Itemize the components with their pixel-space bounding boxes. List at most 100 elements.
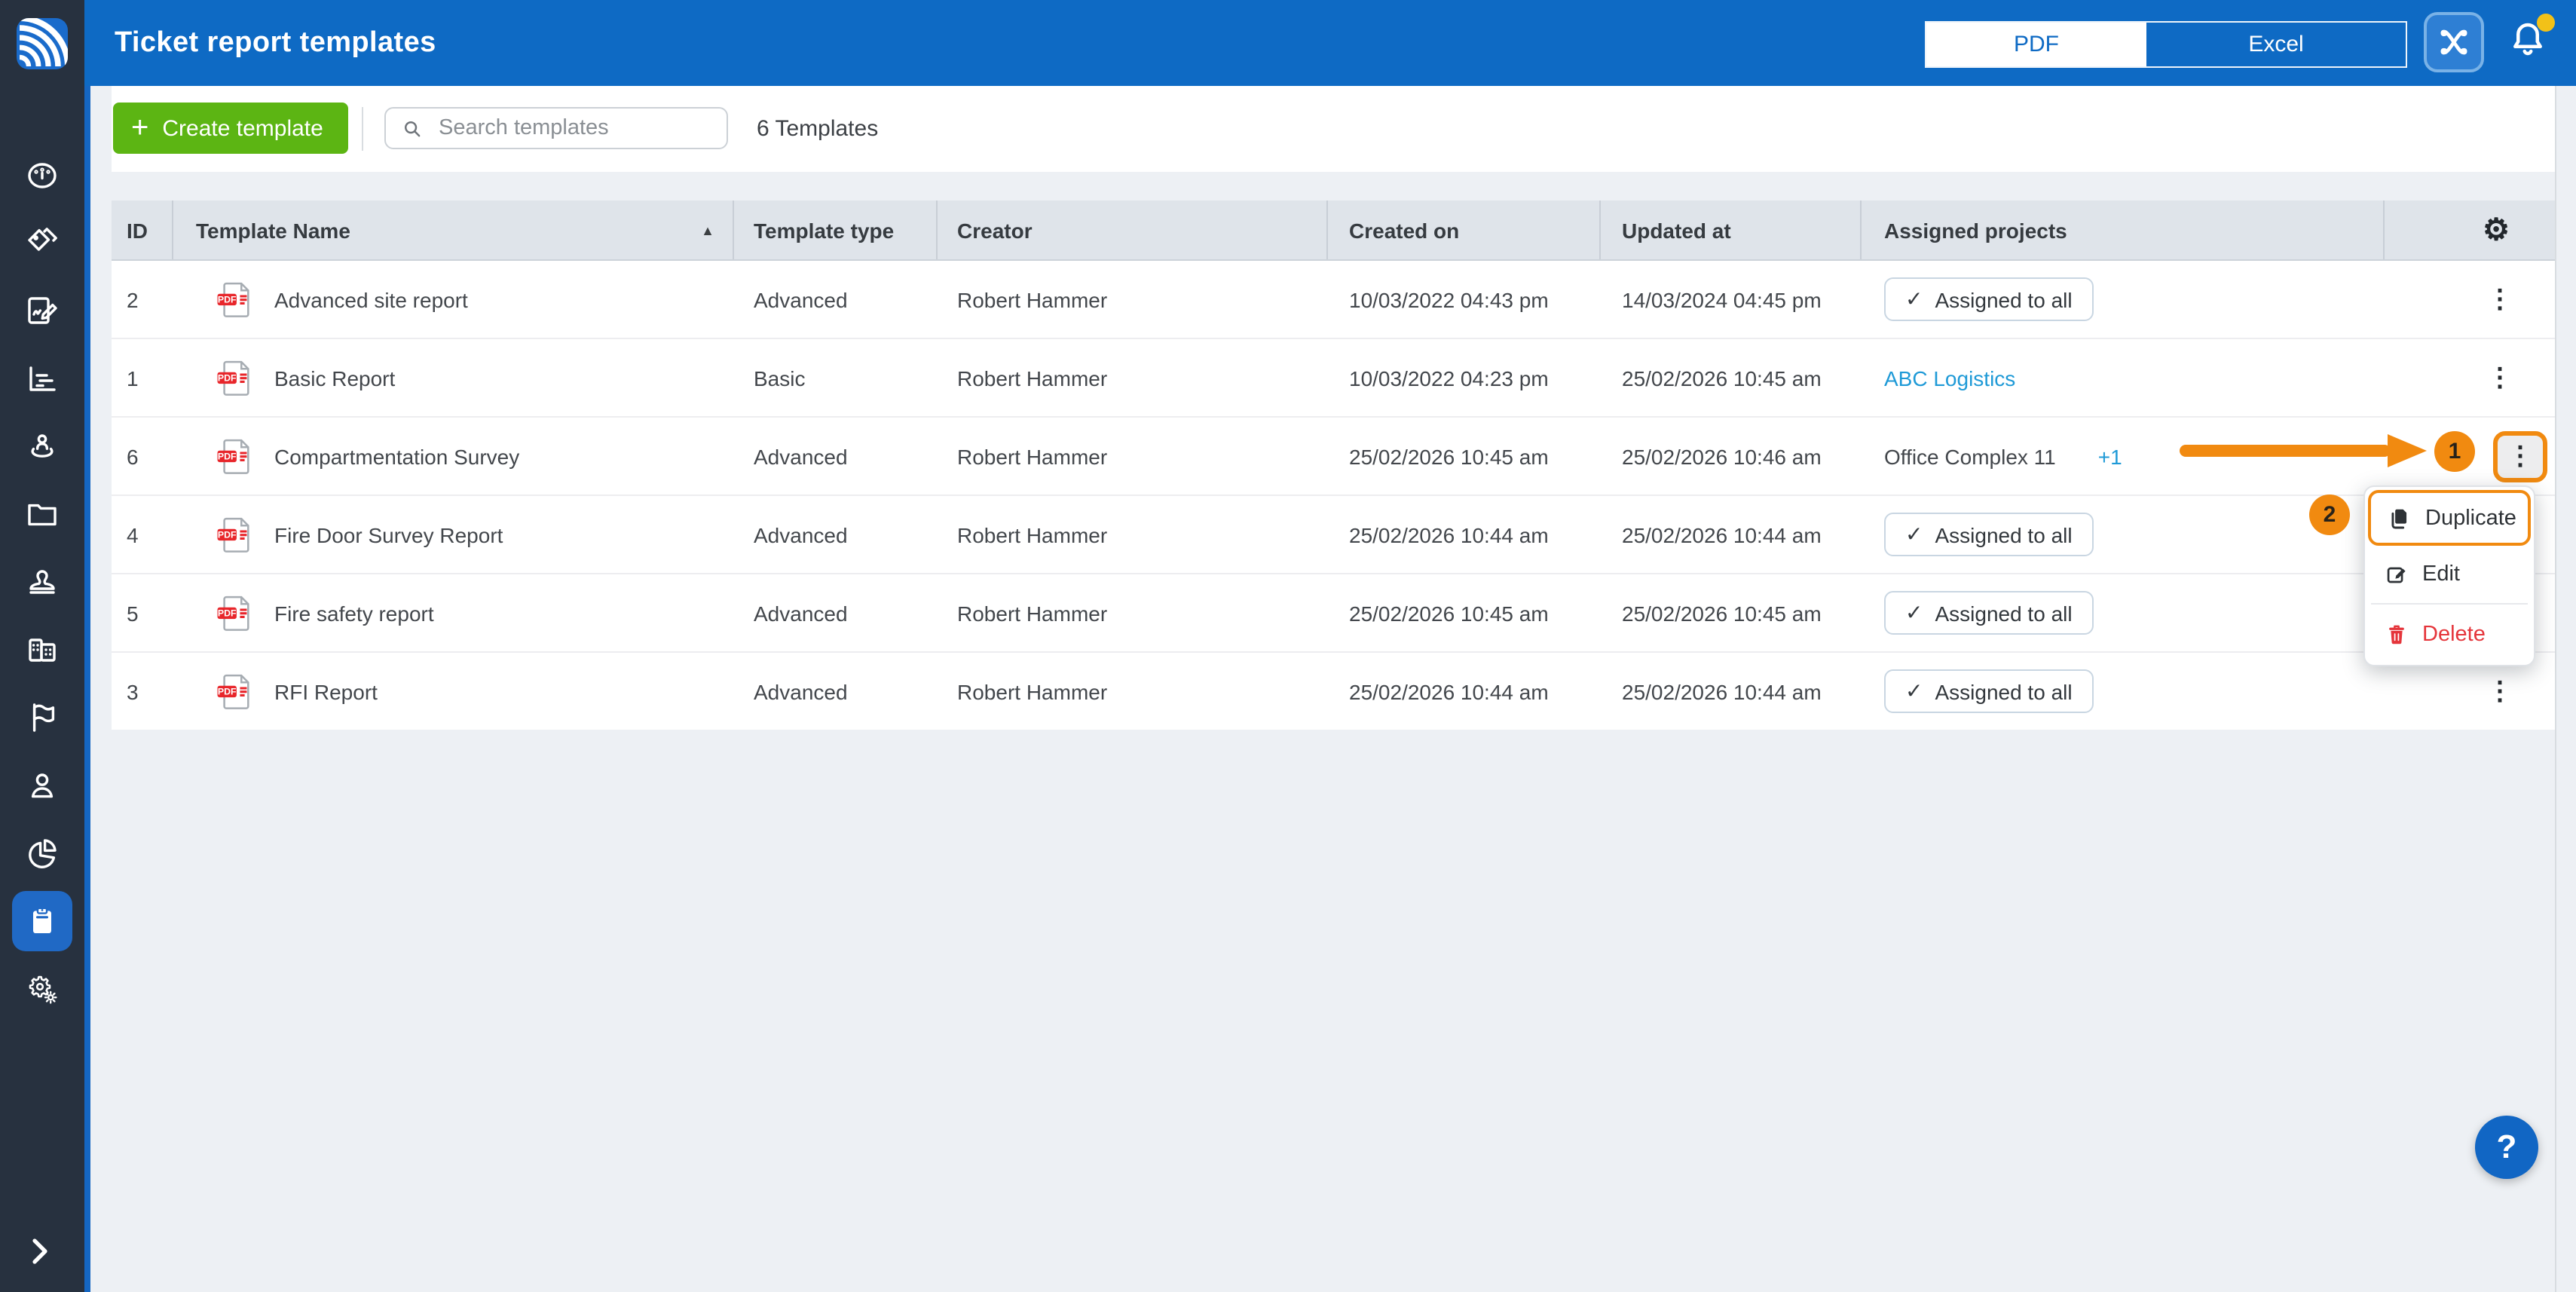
table-row[interactable]: 1 PDF Basic ReportBasicRobert Hammer10/0… (112, 338, 2555, 416)
table-row[interactable]: 2 PDF Advanced site reportAdvancedRobert… (112, 261, 2555, 338)
sidebar-item-forms[interactable] (12, 280, 72, 341)
column-header-updated-at[interactable]: Updated at (1601, 201, 1862, 259)
assigned-to-all-button[interactable]: ✓Assigned to all (1884, 591, 2094, 635)
column-header-created-on[interactable]: Created on (1328, 201, 1601, 259)
check-icon: ✓ (1905, 600, 1923, 626)
pdf-file-icon: PDF (214, 669, 258, 713)
row-actions-kebab-icon[interactable]: ⋮ (2481, 283, 2519, 315)
menu-item-duplicate[interactable]: Duplicate (2368, 490, 2531, 546)
template-name-text: RFI Report (274, 679, 378, 703)
dashboard-icon (24, 157, 60, 193)
cell-created-on: 25/02/2026 10:44 am (1328, 496, 1601, 573)
table-settings-gear-icon[interactable]: ⚙ (2483, 215, 2510, 245)
menu-item-delete[interactable]: Delete (2368, 606, 2531, 662)
sidebar-item-reports[interactable] (12, 823, 72, 883)
cell-template-name: PDF Fire Door Survey Report (173, 496, 734, 573)
menu-item-label: Duplicate (2425, 506, 2516, 530)
column-header-creator[interactable]: Creator (938, 201, 1328, 259)
cell-created-on: 25/02/2026 10:45 am (1328, 574, 1601, 651)
svg-text:PDF: PDF (218, 452, 237, 462)
cell-template-name: PDF RFI Report (173, 653, 734, 730)
template-name-text: Fire Door Survey Report (274, 522, 503, 546)
sidebar-item-statistics[interactable] (12, 348, 72, 409)
sidebar-item-tags[interactable] (12, 213, 72, 273)
cell-template-name: PDF Compartmentation Survey (173, 418, 734, 494)
sidebar-item-templates[interactable] (12, 891, 72, 951)
highlighted-kebab-button[interactable]: ⋮ (2493, 430, 2547, 482)
table-row[interactable]: 4 PDF Fire Door Survey ReportAdvancedRob… (112, 494, 2555, 573)
duplicate-icon (2388, 506, 2412, 530)
assigned-label: Assigned to all (1935, 287, 2072, 311)
cell-template-name: PDF Advanced site report (173, 261, 734, 338)
cell-created-on: 10/03/2022 04:23 pm (1328, 339, 1601, 416)
sidebar-item-company[interactable] (12, 620, 72, 680)
page-title: Ticket report templates (115, 0, 436, 86)
more-projects-link[interactable]: +1 (2098, 444, 2122, 468)
column-header-actions: ⚙ (2385, 201, 2555, 259)
row-actions-kebab-icon[interactable]: ⋮ (2507, 443, 2533, 469)
sidebar-item-approvals[interactable] (12, 552, 72, 612)
assigned-to-all-button[interactable]: ✓ Assigned to all (1884, 277, 2094, 321)
column-header-template-type[interactable]: Template type (734, 201, 938, 259)
app-switcher-icon (2433, 21, 2475, 63)
cell-assigned-projects: ✓ Assigned to all (1862, 261, 2385, 338)
check-icon: ✓ (1905, 678, 1923, 704)
pdf-file-icon: PDF (214, 277, 258, 321)
check-icon: ✓ (1905, 286, 1923, 312)
sidebar-item-documents[interactable] (12, 484, 72, 544)
cell-creator: Robert Hammer (938, 339, 1328, 416)
sidebar-item-contacts[interactable] (12, 755, 72, 816)
reports-icon (24, 835, 60, 871)
pdf-file-icon: PDF (214, 434, 258, 478)
template-name-text: Fire safety report (274, 601, 434, 625)
cell-created-on: 25/02/2026 10:44 am (1328, 653, 1601, 730)
cell-creator: Robert Hammer (938, 418, 1328, 494)
column-header-template-name[interactable]: Template Name ▲ (173, 201, 734, 259)
row-actions-kebab-icon[interactable]: ⋮ (2481, 362, 2519, 393)
cell-template-type: Basic (734, 339, 938, 416)
cell-updated-at: 25/02/2026 10:46 am (1601, 418, 1862, 494)
menu-item-label: Delete (2422, 622, 2486, 646)
svg-text:PDF: PDF (218, 530, 237, 540)
forms-icon (24, 292, 60, 329)
cell-assigned-projects: ✓Assigned to all (1862, 653, 2385, 730)
assigned-to-all-button[interactable]: ✓Assigned to all (1884, 669, 2094, 713)
svg-text:PDF: PDF (218, 295, 237, 305)
top-header-bar: Ticket report templates PDF Excel (84, 0, 2576, 86)
pdf-file-icon: PDF (214, 513, 258, 556)
settings-icon (24, 971, 60, 1007)
menu-item-edit[interactable]: Edit (2368, 546, 2531, 602)
sidebar-item-site[interactable] (12, 416, 72, 476)
notification-badge-dot (2537, 14, 2555, 32)
planradar-logo[interactable] (17, 18, 68, 69)
notifications-button[interactable] (2505, 18, 2556, 69)
sidebar-item-settings[interactable] (12, 959, 72, 1019)
app-switcher-button[interactable] (2424, 12, 2484, 72)
help-button[interactable]: ? (2475, 1116, 2538, 1179)
cell-created-on: 10/03/2022 04:43 pm (1328, 261, 1601, 338)
cell-assigned-projects: ABC Logistics (1862, 339, 2385, 416)
cell-template-type: Advanced (734, 653, 938, 730)
toggle-option-excel[interactable]: Excel (2146, 23, 2406, 66)
assigned-project-link[interactable]: ABC Logistics (1884, 366, 2015, 390)
sidebar-item-dashboard[interactable] (12, 145, 72, 205)
assigned-to-all-button[interactable]: ✓Assigned to all (1884, 513, 2094, 556)
row-actions-kebab-icon[interactable]: ⋮ (2481, 675, 2519, 707)
search-input[interactable] (436, 115, 711, 142)
table-row[interactable]: 5 PDF Fire safety reportAdvancedRobert H… (112, 573, 2555, 651)
cell-id: 6 (112, 418, 173, 494)
sidebar-expand-button[interactable] (21, 1233, 63, 1275)
create-template-button[interactable]: + Create template (113, 103, 349, 154)
sidebar-item-flags[interactable] (12, 687, 72, 748)
chevron-right-icon (21, 1233, 57, 1269)
check-icon: ✓ (1905, 522, 1923, 547)
plus-icon: + (131, 113, 148, 143)
column-header-id[interactable]: ID (112, 201, 173, 259)
svg-text:PDF: PDF (218, 687, 237, 697)
table-row[interactable]: 3 PDF RFI ReportAdvancedRobert Hammer25/… (112, 651, 2555, 730)
toggle-option-pdf[interactable]: PDF (1926, 23, 2146, 66)
svg-text:PDF: PDF (218, 608, 237, 619)
column-header-assigned-projects[interactable]: Assigned projects (1862, 201, 2385, 259)
toolbar: + Create template 6 Templates (112, 86, 2555, 172)
app-window: Ticket report templates PDF Excel + Crea… (0, 0, 2576, 1292)
